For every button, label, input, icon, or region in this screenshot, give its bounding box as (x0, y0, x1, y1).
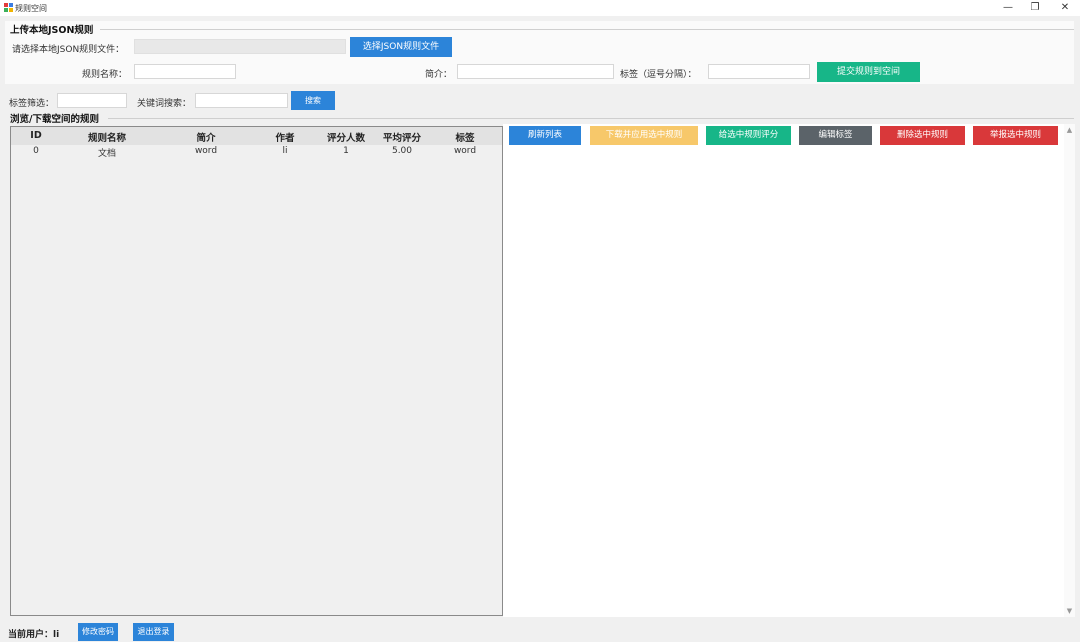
cell-name: 文档 (97, 149, 116, 159)
cell-id: 0 (33, 146, 39, 156)
window-title: 规则空间 (15, 4, 47, 13)
refresh-list-button[interactable]: 刷新列表 (509, 126, 581, 145)
rules-table[interactable]: ID 规则名称 简介 作者 评分人数 平均评分 标签 0 文档 word li … (10, 126, 503, 616)
description-label: 简介： (425, 70, 453, 80)
change-password-button[interactable]: 修改密码 (78, 623, 118, 641)
table-row[interactable]: 0 文档 word li 1 5.00 word (11, 145, 502, 159)
tag-filter-label: 标签筛选： (9, 99, 55, 109)
app-logo-icon (4, 3, 13, 12)
upload-section-title: 上传本地JSON规则 (10, 25, 94, 36)
keyword-search-input[interactable] (195, 93, 288, 108)
column-header-author[interactable]: 作者 (267, 130, 303, 144)
edit-tags-button[interactable]: 编辑标签 (799, 126, 872, 145)
column-header-description[interactable]: 简介 (185, 130, 227, 144)
current-user-label: 当前用户：li (8, 630, 60, 640)
chevron-down-icon[interactable]: ▼ (1064, 607, 1075, 615)
column-header-name[interactable]: 规则名称 (77, 130, 137, 144)
table-header: ID 规则名称 简介 作者 评分人数 平均评分 标签 (11, 127, 502, 145)
actions-panel (503, 124, 1075, 617)
file-label: 请选择本地JSON规则文件： (12, 45, 125, 55)
column-header-rating-count[interactable]: 评分人数 (321, 130, 371, 144)
cell-rating-count: 1 (343, 146, 349, 156)
tags-input[interactable] (708, 64, 810, 79)
report-rule-button[interactable]: 举报选中规则 (973, 126, 1058, 145)
upload-separator (100, 29, 1074, 30)
rate-rule-button[interactable]: 给选中规则评分 (706, 126, 791, 145)
cell-average-rating: 5.00 (391, 146, 413, 156)
close-button[interactable]: ✕ (1052, 0, 1078, 16)
keyword-label: 关键词搜索： (137, 99, 192, 109)
file-path-input[interactable] (134, 39, 346, 54)
cell-author: li (282, 146, 288, 156)
column-header-tags[interactable]: 标签 (447, 130, 483, 144)
chevron-up-icon[interactable]: ▲ (1064, 126, 1075, 134)
browse-separator (108, 118, 1074, 119)
column-header-average-rating[interactable]: 平均评分 (377, 130, 427, 144)
cell-description: word (194, 146, 218, 156)
browse-section-title: 浏览/下载空间的规则 (10, 114, 99, 125)
restore-button[interactable]: ❐ (1022, 0, 1048, 16)
delete-rule-button[interactable]: 删除选中规则 (880, 126, 965, 145)
rule-name-input[interactable] (134, 64, 236, 79)
tag-filter-input[interactable] (57, 93, 127, 108)
download-apply-button[interactable]: 下载并应用选中规则 (590, 126, 698, 145)
choose-json-file-button[interactable]: 选择JSON规则文件 (350, 37, 452, 57)
vertical-scrollbar[interactable]: ▲ ▼ (1064, 124, 1075, 617)
submit-rule-button[interactable]: 提交规则到空间 (817, 62, 920, 82)
column-header-id[interactable]: ID (22, 130, 50, 141)
logout-button[interactable]: 退出登录 (133, 623, 174, 641)
search-button[interactable]: 搜索 (291, 91, 335, 110)
title-bar (0, 0, 1080, 16)
description-input[interactable] (457, 64, 614, 79)
rule-name-label: 规则名称： (82, 70, 128, 80)
cell-tags: word (453, 146, 477, 156)
tags-label: 标签（逗号分隔）： (620, 70, 697, 80)
minimize-button[interactable]: — (995, 0, 1021, 16)
